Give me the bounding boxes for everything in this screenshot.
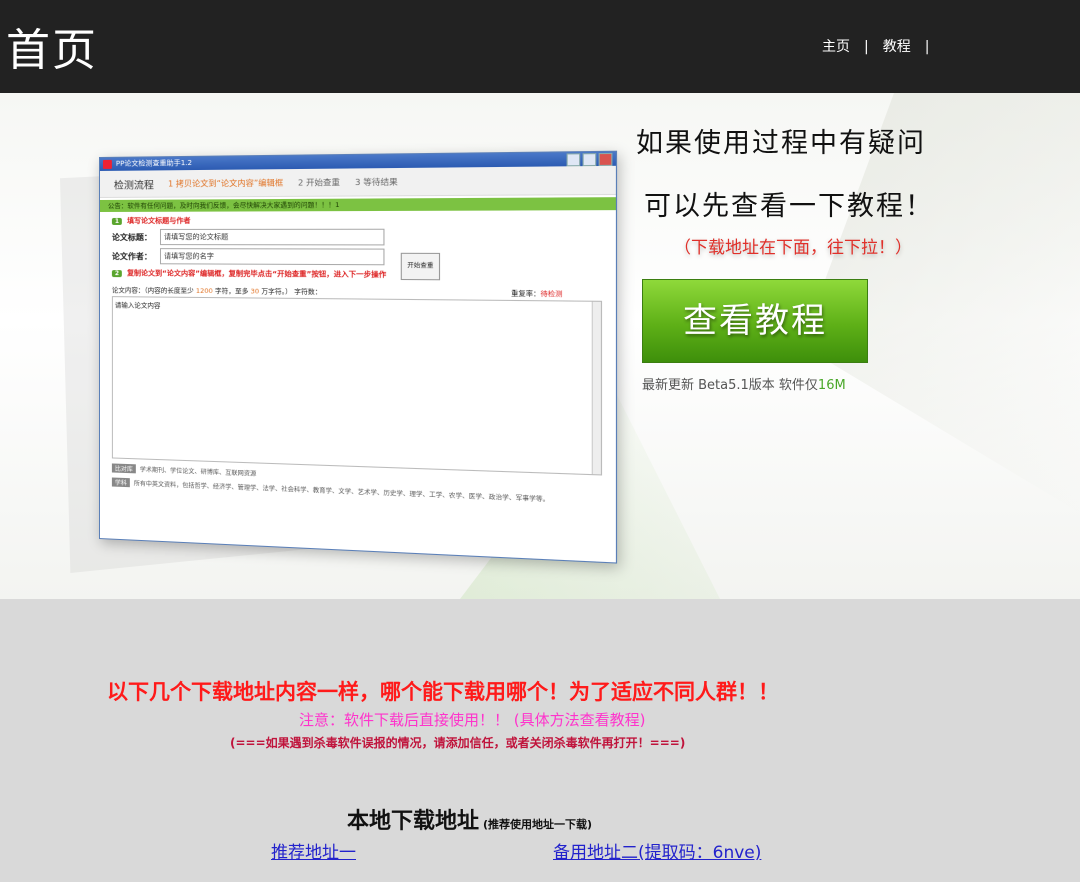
site-header: 首页 主页 | 教程 | [0, 0, 1080, 93]
app-content-textarea: 请输入论文内容 [112, 296, 602, 475]
nav-home-link[interactable]: 主页 [822, 39, 850, 55]
local-download-heading: 本地下载地址 [347, 809, 479, 834]
maximize-icon [583, 153, 597, 166]
app-screenshot: PP论文检测查重助手1.2 检测流程 1 拷贝论文到“论文内容”编辑框 2 开始… [99, 151, 617, 564]
top-nav: 主页 | 教程 | [822, 36, 943, 56]
local-download-hint: (推荐使用地址一下载) [483, 818, 592, 831]
app-content-suffix: 万字符。） 字符数： [261, 287, 321, 296]
version-info: 最新更新 Beta5.1版本 软件仅16M [642, 374, 846, 393]
minimize-icon [567, 153, 581, 166]
hero-heading-line2: 可以先查看一下教程！ [644, 184, 934, 223]
window-controls [567, 153, 613, 166]
download-link-1[interactable]: 推荐地址一 [271, 838, 356, 863]
nav-separator: | [864, 39, 869, 55]
download-link-2[interactable]: 备用地址二(提取码：6nve) [553, 838, 761, 863]
app-logo-icon [103, 160, 112, 169]
app-scrollbar [592, 302, 601, 475]
app-author-label: 论文作者： [112, 251, 160, 262]
app-footer-1-text: 学术期刊、学位论文、研博库、互联网资源 [140, 466, 256, 477]
app-content-prefix: 论文内容：（内容的长度至少 [112, 286, 194, 295]
hero-hint: （下载地址在下面，往下拉！） [674, 233, 912, 258]
app-title-input: 请填写您的论文标题 [160, 229, 385, 246]
app-title: PP论文检测查重助手1.2 [116, 159, 192, 168]
app-content-max: 30 [251, 287, 260, 295]
app-author-input: 请填写您的名字 [160, 248, 385, 265]
footer-tag: 比对库 [112, 463, 136, 473]
app-step-3: 3 等待结果 [355, 176, 398, 188]
app-step-1: 1 拷贝论文到“论文内容”编辑框 [168, 177, 283, 189]
app-check-button: 开始查重 [401, 253, 440, 280]
app-steps-bar: 检测流程 1 拷贝论文到“论文内容”编辑框 2 开始查重 3 等待结果 [100, 166, 616, 198]
app-textarea-placeholder: 请输入论文内容 [115, 301, 161, 310]
app-title-row: 论文标题： 请填写您的论文标题 [112, 229, 616, 246]
app-notice: 公告：软件有任何问题，及时向我们反馈，会尽快解决大家遇到的问题！！！1 [100, 197, 616, 212]
step-badge: 2 [112, 270, 122, 277]
app-step2-text: 复制论文到“论文内容”编辑框，复制完毕点击“开始查重”按钮，进入下一步操作 [127, 269, 386, 279]
hero-heading-line1: 如果使用过程中有疑问 [636, 121, 926, 160]
app-content-mid: 字符，至多 [215, 287, 249, 295]
version-text: 最新更新 Beta5.1版本 软件仅 [642, 378, 818, 393]
antivirus-warning: (===如果遇到杀毒软件误报的情况，请添加信任，或者关闭杀毒软件再打开！===) [230, 734, 685, 751]
app-step1-text: 填写论文标题与作者 [127, 217, 191, 225]
app-step-title: 检测流程 [114, 176, 154, 191]
nav-tutorial-link[interactable]: 教程 [883, 39, 911, 55]
app-step-2: 2 开始查重 [298, 176, 340, 188]
close-icon [599, 153, 613, 166]
app-author-row: 论文作者： 请填写您的名字 [112, 248, 616, 266]
local-download-title: 本地下载地址 (推荐使用地址一下载) [347, 803, 592, 835]
app-title-label: 论文标题： [112, 231, 160, 242]
step-badge: 1 [112, 218, 122, 225]
download-headline: 以下几个下载地址内容一样，哪个能下载用哪个！为了适应不同人群！！ [107, 676, 779, 706]
app-repeat-label: 重复率： [511, 289, 540, 298]
app-content-min: 1200 [196, 287, 213, 295]
software-size: 16M [818, 378, 846, 393]
app-step2-line: 2 复制论文到“论文内容”编辑框，复制完毕点击“开始查重”按钮，进入下一步操作 [112, 268, 616, 281]
site-logo[interactable]: 首页 [6, 14, 98, 78]
view-tutorial-button[interactable]: 查看教程 [642, 279, 868, 363]
download-note: 注意：软件下载后直接使用！！ (具体方法查看教程) [299, 709, 645, 730]
app-repeat-rate: 重复率：待检测 [511, 287, 562, 298]
app-step1-line: 1 填写论文标题与作者 [112, 214, 616, 226]
app-repeat-value: 待检测 [540, 290, 562, 299]
footer-tag: 学科 [112, 477, 130, 487]
nav-separator: | [925, 39, 930, 55]
